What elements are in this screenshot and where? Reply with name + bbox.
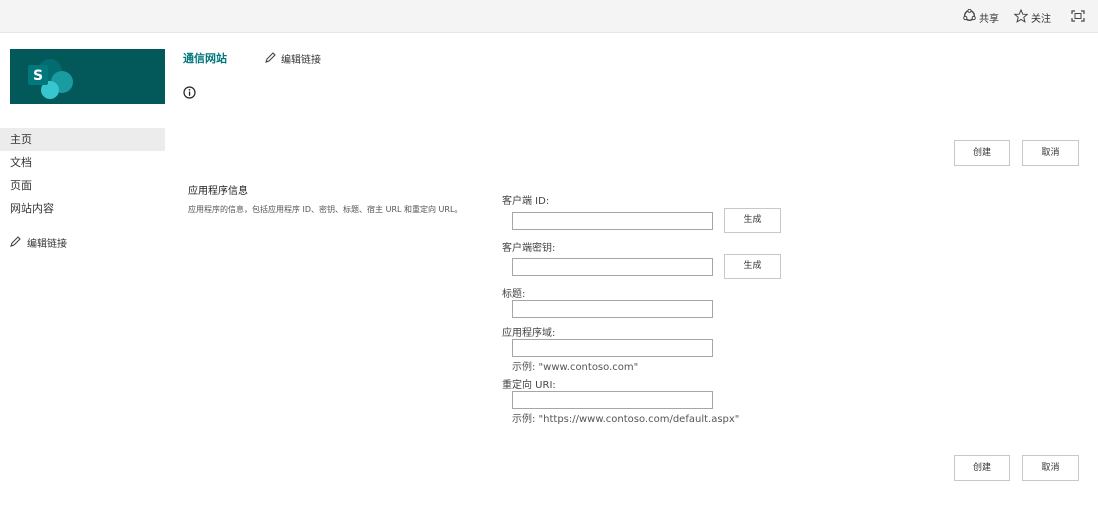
section-description: 应用程序的信息，包括应用程序 ID、密钥、标题、宿主 URL 和重定向 URL。 [188, 205, 463, 214]
client-id-label: 客户端 ID: [502, 196, 550, 207]
edit-links-nav-label: 编辑链接 [27, 239, 67, 250]
nav-item-home[interactable]: 主页 [0, 128, 165, 151]
redirect-uri-input[interactable] [512, 391, 713, 409]
share-label: 共享 [979, 13, 999, 25]
follow-button[interactable]: 关注 [1013, 8, 1051, 26]
pencil-icon [265, 51, 276, 66]
site-logo[interactable]: S [10, 49, 165, 104]
info-icon[interactable] [183, 84, 196, 103]
app-domain-label: 应用程序域: [502, 328, 556, 339]
edit-links-header[interactable]: 编辑链接 [265, 51, 321, 66]
nav-item-documents[interactable]: 文档 [0, 151, 165, 174]
follow-label: 关注 [1031, 14, 1051, 25]
star-icon [1013, 8, 1029, 26]
app-domain-input[interactable] [512, 339, 713, 357]
nav-item-pages[interactable]: 页面 [0, 174, 165, 197]
site-title[interactable]: 通信网站 [183, 50, 227, 66]
app-domain-hint: 示例: "www.contoso.com" [512, 362, 639, 373]
title-label: 标题: [502, 289, 526, 300]
client-secret-label: 客户端密钥: [502, 243, 556, 254]
section-title: 应用程序信息 [188, 186, 248, 197]
redirect-uri-hint: 示例: "https://www.contoso.com/default.asp… [512, 414, 740, 425]
client-id-input[interactable] [512, 212, 713, 230]
create-button-top[interactable]: 创建 [954, 140, 1010, 166]
pencil-icon [10, 235, 21, 250]
fullscreen-button[interactable] [1071, 10, 1085, 25]
edit-links-header-label: 编辑链接 [281, 55, 321, 66]
share-button[interactable]: 共享 [963, 8, 999, 25]
cancel-button-top[interactable]: 取消 [1022, 140, 1079, 166]
fullscreen-icon [1071, 10, 1085, 25]
create-button-bottom[interactable]: 创建 [954, 455, 1010, 481]
edit-links-nav[interactable]: 编辑链接 [10, 235, 67, 250]
share-icon [963, 8, 976, 25]
logo-letter: S [33, 68, 43, 84]
generate-client-id-button[interactable]: 生成 [724, 208, 781, 233]
client-secret-input[interactable] [512, 258, 713, 276]
cancel-button-bottom[interactable]: 取消 [1022, 455, 1079, 481]
generate-client-secret-button[interactable]: 生成 [724, 254, 781, 279]
left-navigation: 主页 文档 页面 网站内容 [0, 128, 165, 220]
redirect-uri-label: 重定向 URI: [502, 380, 556, 391]
title-input[interactable] [512, 300, 713, 318]
sharepoint-logo-icon: S [28, 59, 73, 99]
nav-item-site-contents[interactable]: 网站内容 [0, 197, 165, 220]
suite-bar: 共享 关注 [0, 0, 1098, 33]
